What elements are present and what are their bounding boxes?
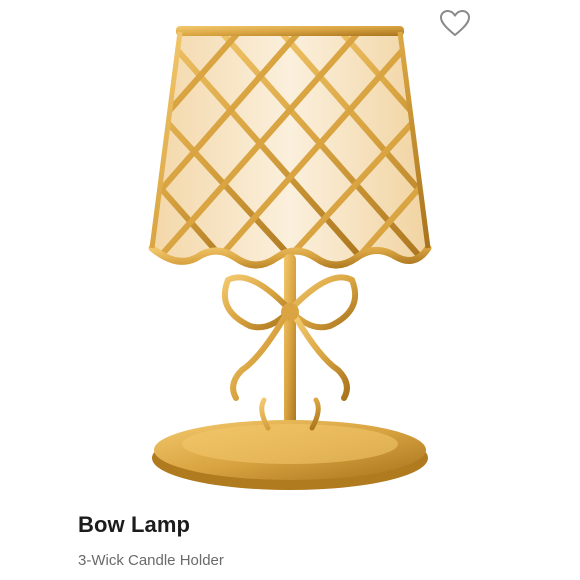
product-title[interactable]: Bow Lamp xyxy=(78,512,190,538)
product-subtitle: 3-Wick Candle Holder xyxy=(78,552,224,569)
lamp-stem xyxy=(284,254,296,438)
heart-outline-icon xyxy=(440,10,470,36)
product-card[interactable]: Bow Lamp 3-Wick Candle Holder xyxy=(0,0,580,580)
lamp-shade xyxy=(148,26,432,269)
favorite-button[interactable] xyxy=(436,6,474,40)
product-image[interactable] xyxy=(130,18,450,490)
